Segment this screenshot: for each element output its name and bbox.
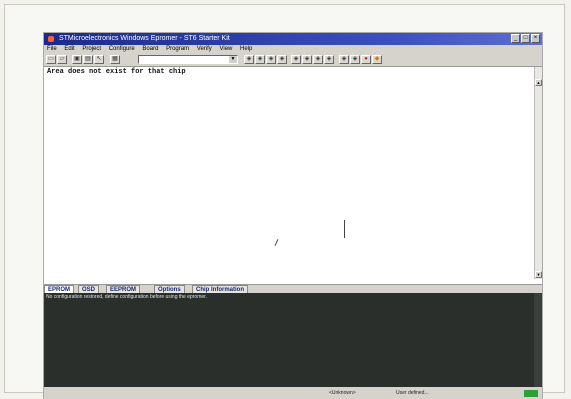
output-pane[interactable]: No configuration restored, define config… — [44, 293, 534, 387]
chip-icon[interactable]: ◈ — [255, 55, 265, 64]
open-icon[interactable]: ▱ — [57, 55, 67, 64]
editor-scrollbar[interactable]: ▲ ▼ — [534, 67, 542, 279]
status-device: <Unknown> — [329, 390, 356, 396]
chevron-down-icon[interactable]: ▼ — [229, 56, 237, 63]
menu-configure[interactable]: Configure — [109, 46, 135, 52]
new-icon[interactable]: ▭ — [46, 55, 56, 64]
menu-verify[interactable]: Verify — [197, 46, 212, 52]
close-button[interactable]: × — [531, 34, 540, 43]
chip-icon[interactable]: ◈ — [291, 55, 301, 64]
chip-icon[interactable]: ◈ — [339, 55, 349, 64]
maximize-button[interactable]: □ — [521, 34, 530, 43]
minimize-button[interactable]: _ — [511, 34, 520, 43]
chip-icon[interactable]: ◈ — [277, 55, 287, 64]
status-mode: User defined... — [396, 390, 429, 396]
scroll-up-icon[interactable]: ▲ — [535, 79, 542, 86]
chip-icon[interactable]: ◈ — [324, 55, 334, 64]
pointer-icon[interactable]: ↖ — [94, 55, 104, 64]
print-icon[interactable]: ▤ — [83, 55, 93, 64]
menu-program[interactable]: Program — [166, 46, 189, 52]
scroll-down-icon[interactable]: ▼ — [535, 271, 542, 278]
output-message: No configuration restored, define config… — [46, 294, 207, 300]
error-message: Area does not exist for that chip — [47, 68, 186, 76]
menu-help[interactable]: Help — [240, 46, 252, 52]
menu-view[interactable]: View — [219, 46, 232, 52]
program-icon[interactable]: ◆ — [372, 55, 382, 64]
chip-select[interactable]: ▼ — [138, 55, 238, 64]
status-indicator — [524, 390, 538, 397]
chip-icon[interactable]: ◈ — [302, 55, 312, 64]
chip-icon[interactable]: ◈ — [350, 55, 360, 64]
chip-icon[interactable]: ◈ — [244, 55, 254, 64]
app-icon — [48, 36, 54, 42]
editor-pane[interactable]: Area does not exist for that chip — [44, 67, 534, 277]
menu-project[interactable]: Project — [82, 46, 101, 52]
menu-board[interactable]: Board — [142, 46, 158, 52]
scratch-mark — [274, 239, 279, 246]
save-icon[interactable]: ▣ — [72, 55, 82, 64]
menu-edit[interactable]: Edit — [64, 46, 74, 52]
menu-bar: File Edit Project Configure Board Progra… — [44, 45, 542, 54]
output-scrollbar[interactable] — [534, 293, 542, 387]
status-bar: <Unknown> User defined... — [44, 387, 542, 399]
program-icon[interactable]: ● — [361, 55, 371, 64]
scratch-mark — [344, 220, 345, 238]
chip-icon[interactable]: ◈ — [266, 55, 276, 64]
menu-file[interactable]: File — [47, 46, 57, 52]
epromer-window: STMicroelectronics Windows Epromer - ST6… — [44, 33, 542, 399]
chip-icon[interactable]: ◈ — [313, 55, 323, 64]
title-bar: STMicroelectronics Windows Epromer - ST6… — [44, 33, 542, 45]
window-title: STMicroelectronics Windows Epromer - ST6… — [58, 35, 230, 42]
window-icon[interactable]: ▦ — [110, 55, 120, 64]
window-controls: _ □ × — [511, 34, 540, 43]
toolbar: ▭ ▱ ▣ ▤ ↖ ▦ ▼ ◈ ◈ ◈ ◈ ◈ ◈ ◈ ◈ ◈ ◈ ● ◆ — [44, 54, 542, 67]
